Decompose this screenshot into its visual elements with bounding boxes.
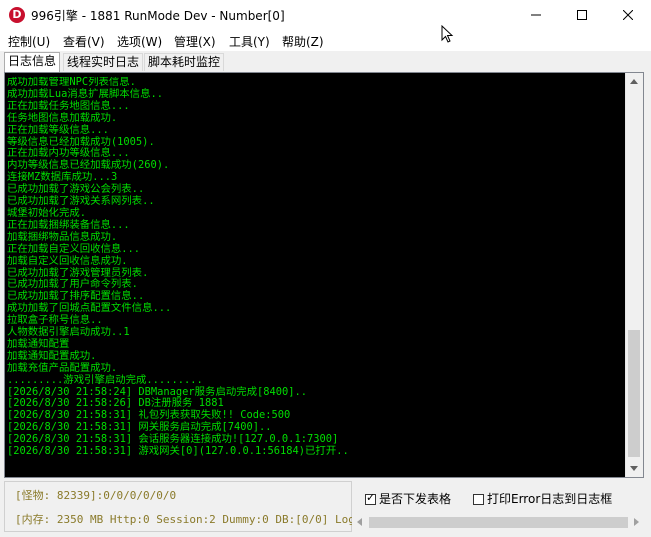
maximize-button[interactable] (559, 0, 605, 31)
log-line: [2026/8/30 21:58:31] 游戏网关[0](127.0.0.1:5… (7, 445, 349, 458)
menu-manage[interactable]: 管理(X) (174, 33, 216, 50)
menu-bar: 控制(U) 查看(V) 选项(W) 管理(X) 工具(Y) 帮助(Z) (0, 31, 651, 51)
tab-script-timing[interactable]: 脚本耗时监控 (144, 53, 225, 71)
status-area: [怪物: 82339]:0/0/0/0/0/0 [内存: 2350 MB Htt… (4, 481, 644, 532)
tab-thread-log[interactable]: 线程实时日志 (63, 53, 144, 71)
title-bar: D 996引擎 - 1881 RunMode Dev - Number[0] (0, 0, 651, 31)
log-line: 已成功加载了游戏关系网列表.. (7, 195, 155, 208)
log-line: 加载自定义回收信息成功. (7, 254, 128, 267)
log-line: 加载充值产品配置成功. (7, 361, 118, 374)
minimize-icon (531, 14, 541, 16)
horizontal-scroll-thumb[interactable] (369, 517, 628, 528)
scroll-right-icon[interactable] (634, 518, 639, 526)
log-line: 加载捆绑物品信息成功. (7, 230, 118, 243)
memory-stats: [内存: 2350 MB Http:0 Session:2 Dummy:0 DB… (15, 513, 369, 526)
close-icon (623, 10, 633, 20)
minimize-button[interactable] (513, 0, 559, 31)
menu-options[interactable]: 选项(W) (117, 33, 162, 50)
menu-control[interactable]: 控制(U) (8, 33, 50, 50)
log-output: 成功加载管理NPC列表信息. 成功加载Lua消息扩展脚本信息.. 正在加载任务地图信… (7, 77, 625, 473)
send-table-checkbox[interactable]: 是否下发表格 (365, 490, 451, 507)
scroll-left-icon[interactable] (357, 518, 362, 526)
scroll-thumb[interactable] (628, 330, 640, 457)
checkbox-unchecked-icon[interactable] (473, 494, 484, 505)
menu-help[interactable]: 帮助(Z) (282, 33, 324, 50)
vertical-scrollbar[interactable] (625, 73, 643, 477)
log-line: 任务地图信息加载成功. (7, 111, 118, 124)
checkbox-checked-icon[interactable] (365, 491, 376, 505)
close-button[interactable] (605, 0, 651, 31)
app-logo-icon: D (9, 7, 25, 23)
tab-log-info[interactable]: 日志信息 (4, 52, 61, 72)
print-error-checkbox[interactable]: 打印Error日志到日志框 (473, 490, 612, 507)
maximize-icon (577, 10, 587, 20)
monster-stats: [怪物: 82339]:0/0/0/0/0/0 (15, 489, 177, 502)
log-line: 正在加载等级信息... (7, 123, 109, 136)
log-panel[interactable]: 成功加载管理NPC列表信息. 成功加载Lua消息扩展脚本信息.. 正在加载任务地图信… (4, 72, 644, 478)
log-line: 正在加载捆绑装备信息... (7, 218, 130, 231)
stats-box: [怪物: 82339]:0/0/0/0/0/0 [内存: 2350 MB Htt… (4, 481, 368, 532)
horizontal-scrollbar[interactable] (352, 514, 644, 531)
scroll-down-icon[interactable] (630, 466, 638, 471)
mouse-pointer-icon (441, 25, 454, 43)
log-line: 正在加载任务地图信息... (7, 99, 130, 112)
window-title: 996引擎 - 1881 RunMode Dev - Number[0] (31, 9, 285, 23)
scroll-up-icon[interactable] (630, 79, 638, 84)
send-table-label: 是否下发表格 (379, 492, 452, 506)
log-line: 正在加载自定义回收信息... (7, 242, 141, 255)
menu-tools[interactable]: 工具(Y) (229, 33, 270, 50)
log-line: .........游戏引擎启动完成......... (7, 373, 203, 386)
log-line: 加载通知配置 (7, 337, 70, 350)
log-line: 人物数据引擎启动成功..1 (7, 326, 130, 339)
log-line: 加载通知配置成功. (7, 349, 97, 362)
menu-view[interactable]: 查看(V) (63, 33, 105, 50)
print-error-label: 打印Error日志到日志框 (487, 492, 613, 506)
